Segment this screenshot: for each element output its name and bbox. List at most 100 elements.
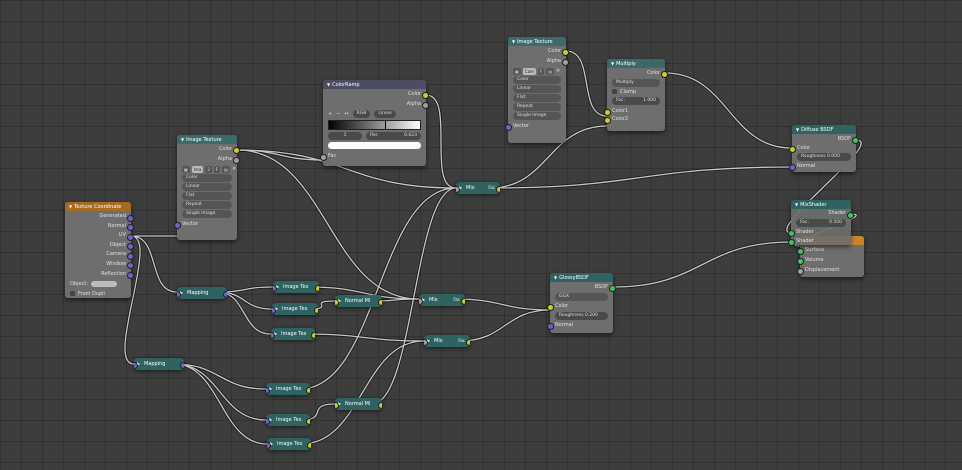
input-socket[interactable] <box>456 185 460 193</box>
color-space-dropdown[interactable]: Color <box>513 76 561 84</box>
output-socket[interactable] <box>609 284 616 292</box>
node-link[interactable] <box>425 94 457 189</box>
input-socket[interactable] <box>177 290 181 298</box>
color-ramp-gradient[interactable] <box>328 120 421 130</box>
interpolation-dropdown[interactable]: Linear <box>513 85 561 93</box>
close-icon[interactable]: ✕ <box>232 166 236 172</box>
mapping-node-2[interactable]: ▶ Mapping <box>134 358 184 370</box>
node-link[interactable] <box>300 340 425 445</box>
image-name-field[interactable]: Cam <box>522 67 536 75</box>
image-tex-node-4[interactable]: ▶ Image Tex <box>266 383 310 395</box>
output-socket[interactable] <box>422 91 429 99</box>
ramp-interpolation-dropdown[interactable]: Linear <box>374 110 397 118</box>
input-socket[interactable] <box>272 306 276 314</box>
texture-coordinate-node[interactable]: ▼ Texture Coordinate Generated Normal UV … <box>65 202 134 298</box>
image-tex-node-5[interactable]: ▶ Image Tex <box>266 414 310 426</box>
source-dropdown[interactable]: Single Image <box>182 210 232 218</box>
ramp-stop-handle[interactable] <box>385 120 387 130</box>
image-name-field[interactable]: Ima <box>191 165 204 173</box>
blend-type-dropdown[interactable]: Multiply <box>612 79 660 87</box>
input-socket[interactable] <box>797 267 804 275</box>
texture-coordinate-header[interactable]: ▼ Texture Coordinate <box>65 202 131 211</box>
image-texture-node-2[interactable]: ▼ Image Texture Color Alpha ▦ Cam F ▤ ✕ C… <box>505 37 569 143</box>
extension-dropdown[interactable]: Repeat <box>513 103 561 111</box>
collapse-arrow-icon[interactable]: ▼ <box>554 275 557 280</box>
folder-icon[interactable]: ▤ <box>546 67 555 75</box>
add-stop-button[interactable]: + <box>328 111 332 117</box>
image-browse-icon[interactable]: ▦ <box>513 67 521 75</box>
node-link[interactable] <box>612 241 793 288</box>
fake-user-toggle[interactable]: F <box>537 67 545 75</box>
mix-node-2[interactable]: ▶ Mix Fac <box>419 294 465 306</box>
input-socket[interactable] <box>335 298 339 306</box>
mapping-node-1[interactable]: ▶ Mapping <box>177 287 227 299</box>
image-texture-header[interactable]: ▼ Image Texture <box>508 37 566 46</box>
node-link[interactable] <box>236 149 420 300</box>
glossy-bsdf-header[interactable]: ▼ GlossyBSDF <box>550 273 613 282</box>
close-icon[interactable]: ✕ <box>556 68 560 74</box>
output-socket[interactable] <box>661 70 668 78</box>
projection-dropdown[interactable]: Flat <box>182 192 232 200</box>
input-socket[interactable] <box>271 331 275 339</box>
normal-mix-node-1[interactable]: ▶ Normal Mi <box>335 295 382 307</box>
collapse-arrow-icon[interactable]: ▼ <box>796 127 799 132</box>
image-selector[interactable]: ▦ Cam F ▤ ✕ <box>513 67 561 75</box>
roughness-field[interactable]: Roughness 0.200 <box>555 312 608 320</box>
node-link[interactable] <box>173 363 267 421</box>
output-socket[interactable] <box>223 290 227 298</box>
output-socket[interactable] <box>233 156 240 164</box>
node-editor[interactable]: ▼ Texture Coordinate Generated Normal UV … <box>0 0 962 470</box>
source-dropdown[interactable]: Single Image <box>513 112 561 120</box>
collapse-arrow-icon[interactable]: ▼ <box>795 202 798 207</box>
input-socket[interactable] <box>797 247 804 255</box>
image-tex-node-2[interactable]: ▶ Image Tex <box>272 303 318 315</box>
mix-node-3[interactable]: ▶ Mix Fac <box>424 335 470 347</box>
output-socket[interactable] <box>496 185 500 193</box>
collapse-arrow-icon[interactable]: ▼ <box>327 82 330 87</box>
input-socket[interactable] <box>604 116 611 124</box>
mix-shader-node[interactable]: ▼ MixShader Shader Fac: 0.500 Shader Shade… <box>788 200 854 246</box>
multiply-node[interactable]: ▼ Multiply Color Multiply Clamp Fac: 1.000… <box>604 59 668 131</box>
input-socket[interactable] <box>547 323 554 330</box>
input-socket[interactable] <box>788 230 795 237</box>
input-socket[interactable] <box>789 145 796 153</box>
image-users-count[interactable]: 2 <box>205 165 212 173</box>
image-texture-header[interactable]: ▼ Image Texture <box>177 135 237 144</box>
mix-node-1[interactable]: ▶ Mix Fac <box>456 182 500 194</box>
output-socket[interactable] <box>562 58 569 66</box>
input-socket[interactable] <box>335 401 339 409</box>
output-socket[interactable] <box>466 338 470 346</box>
output-socket[interactable] <box>127 233 134 241</box>
output-socket[interactable] <box>562 48 569 56</box>
distribution-dropdown[interactable]: GGX <box>555 293 608 301</box>
output-socket[interactable] <box>306 417 310 425</box>
node-link[interactable] <box>664 72 793 149</box>
output-socket[interactable] <box>311 331 315 339</box>
collapse-arrow-icon[interactable]: ▼ <box>512 39 515 44</box>
output-socket[interactable] <box>378 298 382 306</box>
input-socket[interactable] <box>797 257 804 265</box>
clamp-checkbox[interactable] <box>612 89 617 94</box>
mix-fac-field[interactable]: Fac: 0.500 <box>796 219 846 227</box>
from-dupli-checkbox[interactable] <box>70 291 75 297</box>
collapse-arrow-icon[interactable]: ▼ <box>611 61 614 66</box>
diffuse-bsdf-header[interactable]: ▼ Diffuse BSDF <box>792 125 856 134</box>
multiply-header[interactable]: ▼ Multiply <box>607 59 665 68</box>
input-socket[interactable] <box>267 441 271 449</box>
output-socket[interactable] <box>306 386 310 394</box>
clamp-row[interactable]: Clamp <box>607 88 665 96</box>
output-socket[interactable] <box>127 252 134 260</box>
output-socket[interactable] <box>852 136 859 144</box>
output-socket[interactable] <box>378 401 382 409</box>
color-ramp-node[interactable]: ▼ ColorRamp Color Alpha + − ↔ RGB Linear … <box>320 80 429 166</box>
output-socket[interactable] <box>314 306 318 314</box>
extension-dropdown[interactable]: Repeat <box>182 201 232 209</box>
fake-user-toggle[interactable]: F <box>213 165 221 173</box>
image-selector[interactable]: ▦ Ima 2 F ▤ ✕ <box>182 165 236 173</box>
input-socket[interactable] <box>547 304 554 311</box>
stop-position-field[interactable]: Pos 0.623 <box>366 132 421 140</box>
output-socket[interactable] <box>180 361 184 369</box>
input-socket[interactable] <box>505 123 512 131</box>
mix-shader-header[interactable]: ▼ MixShader <box>791 200 851 209</box>
image-tex-node-1[interactable]: ▶ Image Tex <box>273 281 319 293</box>
